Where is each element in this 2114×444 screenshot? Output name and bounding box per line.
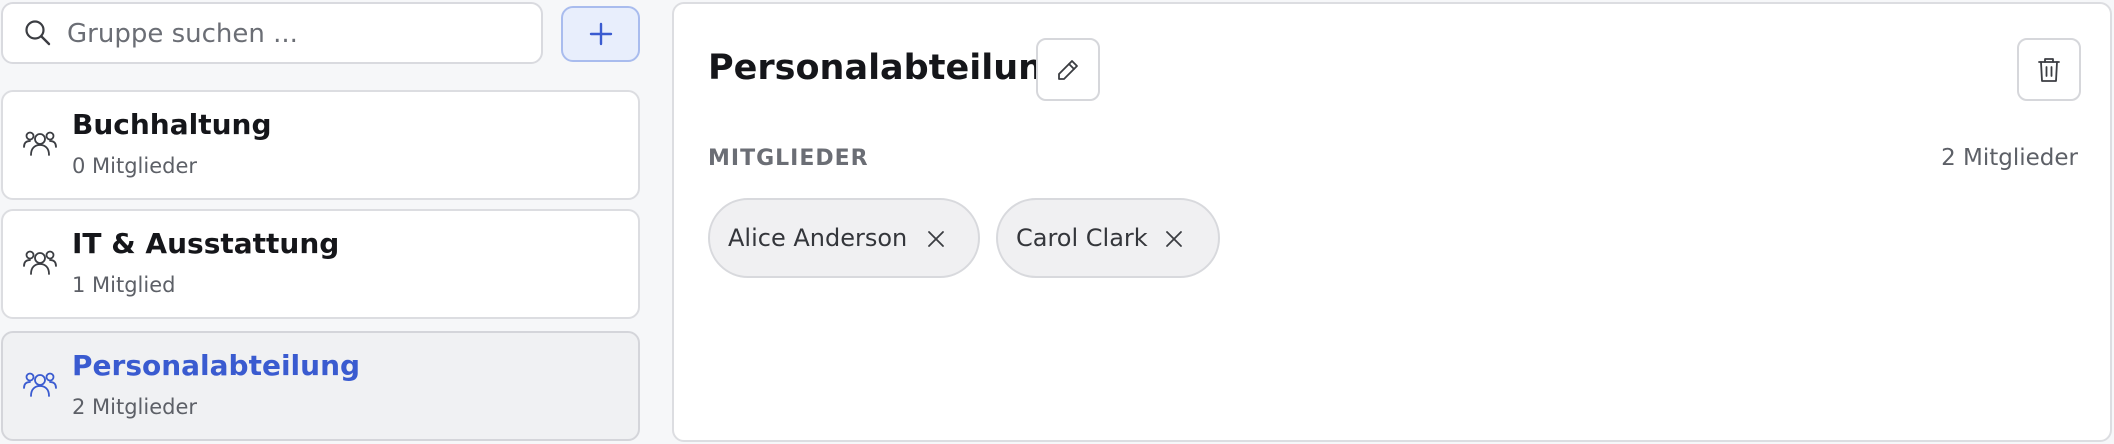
users-icon [23, 131, 57, 156]
member-name: Alice Anderson [728, 224, 908, 252]
member-name: Carol Clark [1016, 224, 1148, 252]
member-chip: Carol Clark [996, 198, 1220, 278]
group-item-buchhaltung[interactable]: Buchhaltung 0 Mitglieder [1, 90, 640, 200]
group-name: Personalabteilung [72, 349, 361, 382]
group-name: Buchhaltung [72, 108, 272, 141]
members-section-label: MITGLIEDER [708, 146, 869, 171]
users-icon [23, 372, 57, 397]
group-member-count: 1 Mitglied [72, 273, 176, 297]
delete-group-button[interactable] [2017, 38, 2081, 101]
users-icon [23, 250, 57, 275]
remove-member-icon[interactable] [1162, 227, 1186, 251]
plus-icon [589, 22, 612, 46]
edit-group-button[interactable] [1036, 38, 1100, 101]
group-detail-panel: Personalabteilung MITGLIEDER 2 Mitgliede… [672, 2, 2112, 442]
page-title: Personalabteilung [708, 48, 1069, 88]
members-count: 2 Mitglieder [1941, 145, 2078, 171]
trash-icon [2038, 57, 2060, 82]
member-chip: Alice Anderson [708, 198, 980, 278]
group-name: IT & Ausstattung [72, 227, 340, 260]
group-search[interactable] [1, 2, 543, 64]
search-input[interactable] [67, 14, 527, 54]
group-member-count: 2 Mitglieder [72, 395, 198, 419]
add-group-button[interactable] [561, 6, 640, 62]
remove-member-icon[interactable] [924, 227, 948, 251]
search-icon [25, 20, 51, 46]
pencil-icon [1058, 59, 1078, 80]
group-item-it-ausstattung[interactable]: IT & Ausstattung 1 Mitglied [1, 209, 640, 319]
group-member-count: 0 Mitglieder [72, 154, 198, 178]
group-item-personalabteilung[interactable]: Personalabteilung 2 Mitglieder [1, 331, 640, 441]
group-sidebar: Buchhaltung 0 Mitglieder IT & Ausstattun… [0, 0, 640, 444]
